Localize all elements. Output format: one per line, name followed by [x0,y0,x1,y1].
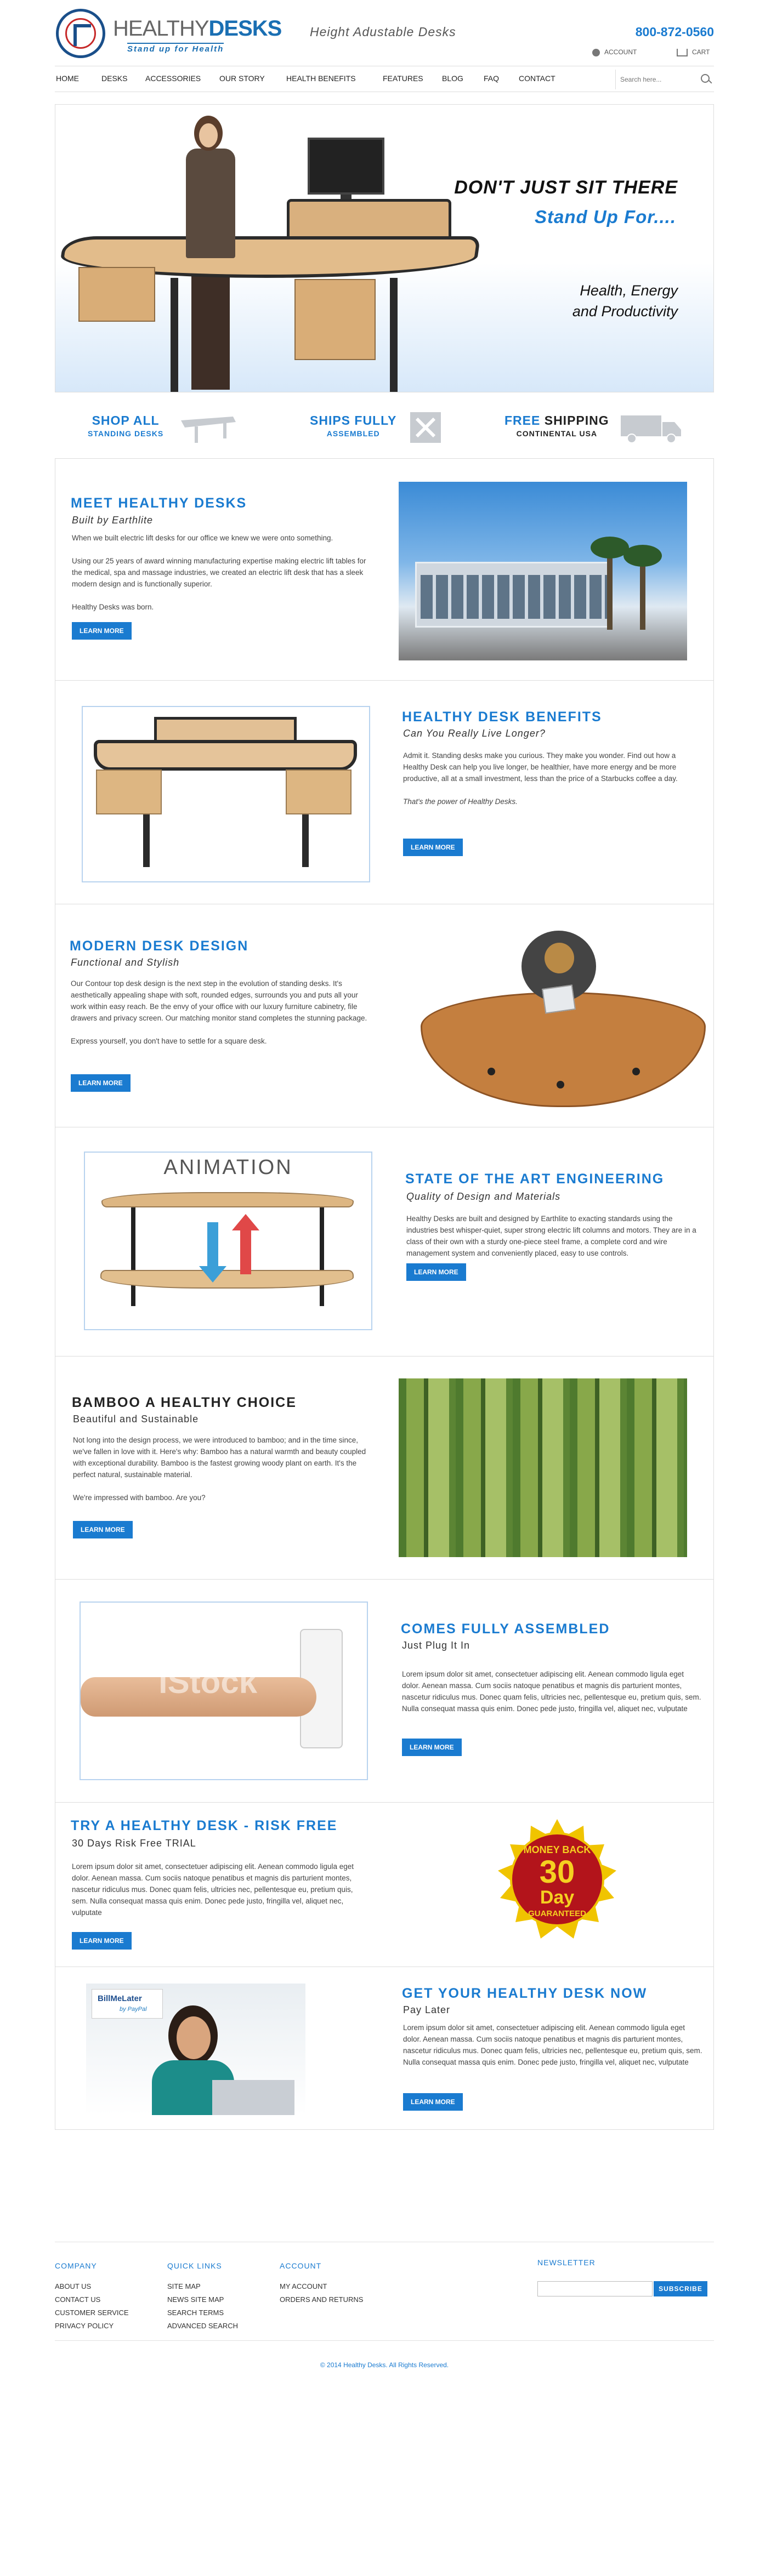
footer-link[interactable]: SEARCH TERMS [167,2306,238,2319]
footer-quick-links: QUICK LINKS SITE MAP NEWS SITE MAP SEARC… [167,2261,238,2333]
footer-company: COMPANY ABOUT US CONTACT US CUSTOMER SER… [55,2261,129,2333]
footer-link[interactable]: NEWS SITE MAP [167,2293,238,2306]
footer-link[interactable]: ADVANCED SEARCH [167,2319,238,2333]
footer-link[interactable]: PRIVACY POLICY [55,2319,129,2333]
footer-heading: COMPANY [55,2261,97,2270]
site-footer: COMPANY ABOUT US CONTACT US CUSTOMER SER… [55,2236,714,2390]
footer-newsletter: NEWSLETTER [537,2258,596,2277]
footer-heading: ACCOUNT [280,2261,322,2270]
footer-link[interactable]: CUSTOMER SERVICE [55,2306,129,2319]
footer-account: ACCOUNT MY ACCOUNT ORDERS AND RETURNS [280,2261,363,2306]
footer-link[interactable]: ABOUT US [55,2280,129,2293]
footer-heading: NEWSLETTER [537,2258,596,2267]
footer-area: COMPANY ABOUT US CONTACT US CUSTOMER SER… [55,0,714,2412]
newsletter-email-input[interactable] [537,2281,653,2296]
subscribe-button[interactable]: SUBSCRIBE [654,2281,707,2296]
footer-link[interactable]: MY ACCOUNT [280,2280,363,2293]
footer-link[interactable]: SITE MAP [167,2280,238,2293]
copyright-text: © 2014 Healthy Desks. All Rights Reserve… [320,2361,449,2369]
footer-link[interactable]: ORDERS AND RETURNS [280,2293,363,2306]
footer-link[interactable]: CONTACT US [55,2293,129,2306]
footer-heading: QUICK LINKS [167,2261,222,2270]
